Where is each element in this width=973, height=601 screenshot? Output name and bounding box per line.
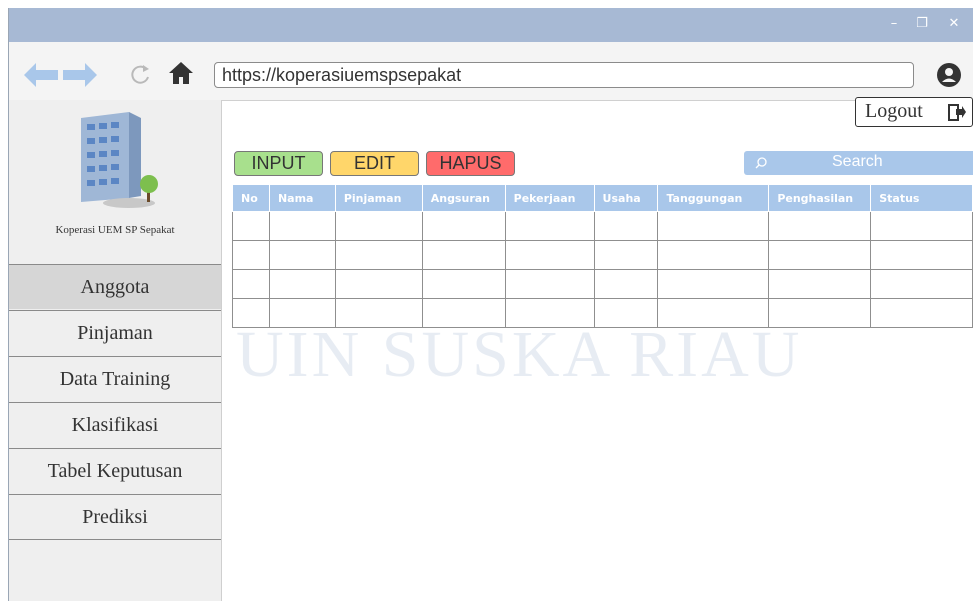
table-cell <box>268 269 336 299</box>
table-cell <box>504 211 595 241</box>
table-cell <box>504 269 595 299</box>
table-cell <box>334 211 423 241</box>
table-cell <box>334 269 423 299</box>
column-header[interactable]: No <box>232 184 270 212</box>
table-cell <box>232 240 270 270</box>
table-header-row: No Nama Pinjaman Angsuran Pekerjaan Usah… <box>232 184 973 212</box>
table-cell <box>421 269 506 299</box>
table-cell <box>768 240 872 270</box>
table-cell <box>768 269 872 299</box>
table-cell <box>768 211 872 241</box>
table-cell <box>268 298 336 328</box>
table-cell <box>334 298 423 328</box>
table-cell <box>421 298 506 328</box>
table-row[interactable] <box>232 211 973 241</box>
sidebar: Koperasi UEM SP Sepakat Anggota Pinjaman… <box>9 100 222 601</box>
logout-button[interactable]: Logout <box>855 97 973 127</box>
column-header[interactable]: Pekerjaan <box>504 184 595 212</box>
table-cell <box>657 298 770 328</box>
forward-arrow-icon[interactable] <box>63 63 97 87</box>
account-icon[interactable] <box>936 62 962 88</box>
table-cell <box>870 211 973 241</box>
table-cell <box>768 298 872 328</box>
table-row[interactable] <box>232 269 973 299</box>
logout-label: Logout <box>865 100 923 122</box>
url-field[interactable]: https://koperasiuemspsepakat <box>214 62 914 88</box>
table-cell <box>870 298 973 328</box>
table-cell <box>421 211 506 241</box>
sidebar-item-data-training[interactable]: Data Training <box>9 356 221 401</box>
table-cell <box>268 211 336 241</box>
table-row[interactable] <box>232 298 973 328</box>
table-cell <box>870 240 973 270</box>
column-header[interactable]: Usaha <box>593 184 659 212</box>
url-text: https://koperasiuemspsepakat <box>222 65 462 85</box>
hapus-button[interactable]: HAPUS <box>426 151 515 176</box>
minimize-button[interactable]: – <box>886 16 902 32</box>
sidebar-item-pinjaman[interactable]: Pinjaman <box>9 310 221 355</box>
table-cell <box>593 211 659 241</box>
table-row[interactable] <box>232 240 973 270</box>
column-header[interactable]: Pinjaman <box>334 184 423 212</box>
close-button[interactable]: ✕ <box>946 16 962 32</box>
table-cell <box>657 269 770 299</box>
sidebar-item-klasifikasi[interactable]: Klasifikasi <box>9 402 221 447</box>
logout-icon <box>948 104 966 121</box>
reload-icon[interactable] <box>129 63 151 85</box>
table-cell <box>657 240 770 270</box>
table-cell <box>421 240 506 270</box>
table-cell <box>657 211 770 241</box>
column-header[interactable]: Penghasilan <box>768 184 872 212</box>
edit-button[interactable]: EDIT <box>330 151 419 176</box>
title-bar: – ❐ ✕ <box>9 8 973 42</box>
restore-button[interactable]: ❐ <box>914 16 930 32</box>
table-cell <box>870 269 973 299</box>
column-header[interactable]: Nama <box>268 184 336 212</box>
search-input[interactable]: Search <box>744 151 973 175</box>
column-header[interactable]: Status <box>870 184 973 212</box>
table-cell <box>593 269 659 299</box>
brand-area: Koperasi UEM SP Sepakat <box>9 100 221 256</box>
table-cell <box>504 240 595 270</box>
input-button[interactable]: INPUT <box>234 151 323 176</box>
column-header[interactable]: Angsuran <box>421 184 506 212</box>
column-header[interactable]: Tanggungan <box>657 184 770 212</box>
brand-label: Koperasi UEM SP Sepakat <box>55 224 175 236</box>
table-cell <box>504 298 595 328</box>
search-icon <box>755 157 767 169</box>
building-icon <box>81 112 158 208</box>
back-arrow-icon[interactable] <box>24 63 58 87</box>
sidebar-item-anggota[interactable]: Anggota <box>9 264 221 309</box>
table-cell <box>334 240 423 270</box>
sidebar-item-prediksi[interactable]: Prediksi <box>9 494 221 540</box>
search-placeholder: Search <box>832 153 883 170</box>
table-cell <box>593 240 659 270</box>
sidebar-item-tabel-keputusan[interactable]: Tabel Keputusan <box>9 448 221 493</box>
table-cell <box>593 298 659 328</box>
table-cell <box>268 240 336 270</box>
data-table: No Nama Pinjaman Angsuran Pekerjaan Usah… <box>232 184 973 328</box>
table-cell <box>232 269 270 299</box>
address-toolbar: https://koperasiuemspsepakat <box>9 42 973 101</box>
table-cell <box>232 298 270 328</box>
home-icon[interactable] <box>168 61 194 85</box>
table-cell <box>232 211 270 241</box>
